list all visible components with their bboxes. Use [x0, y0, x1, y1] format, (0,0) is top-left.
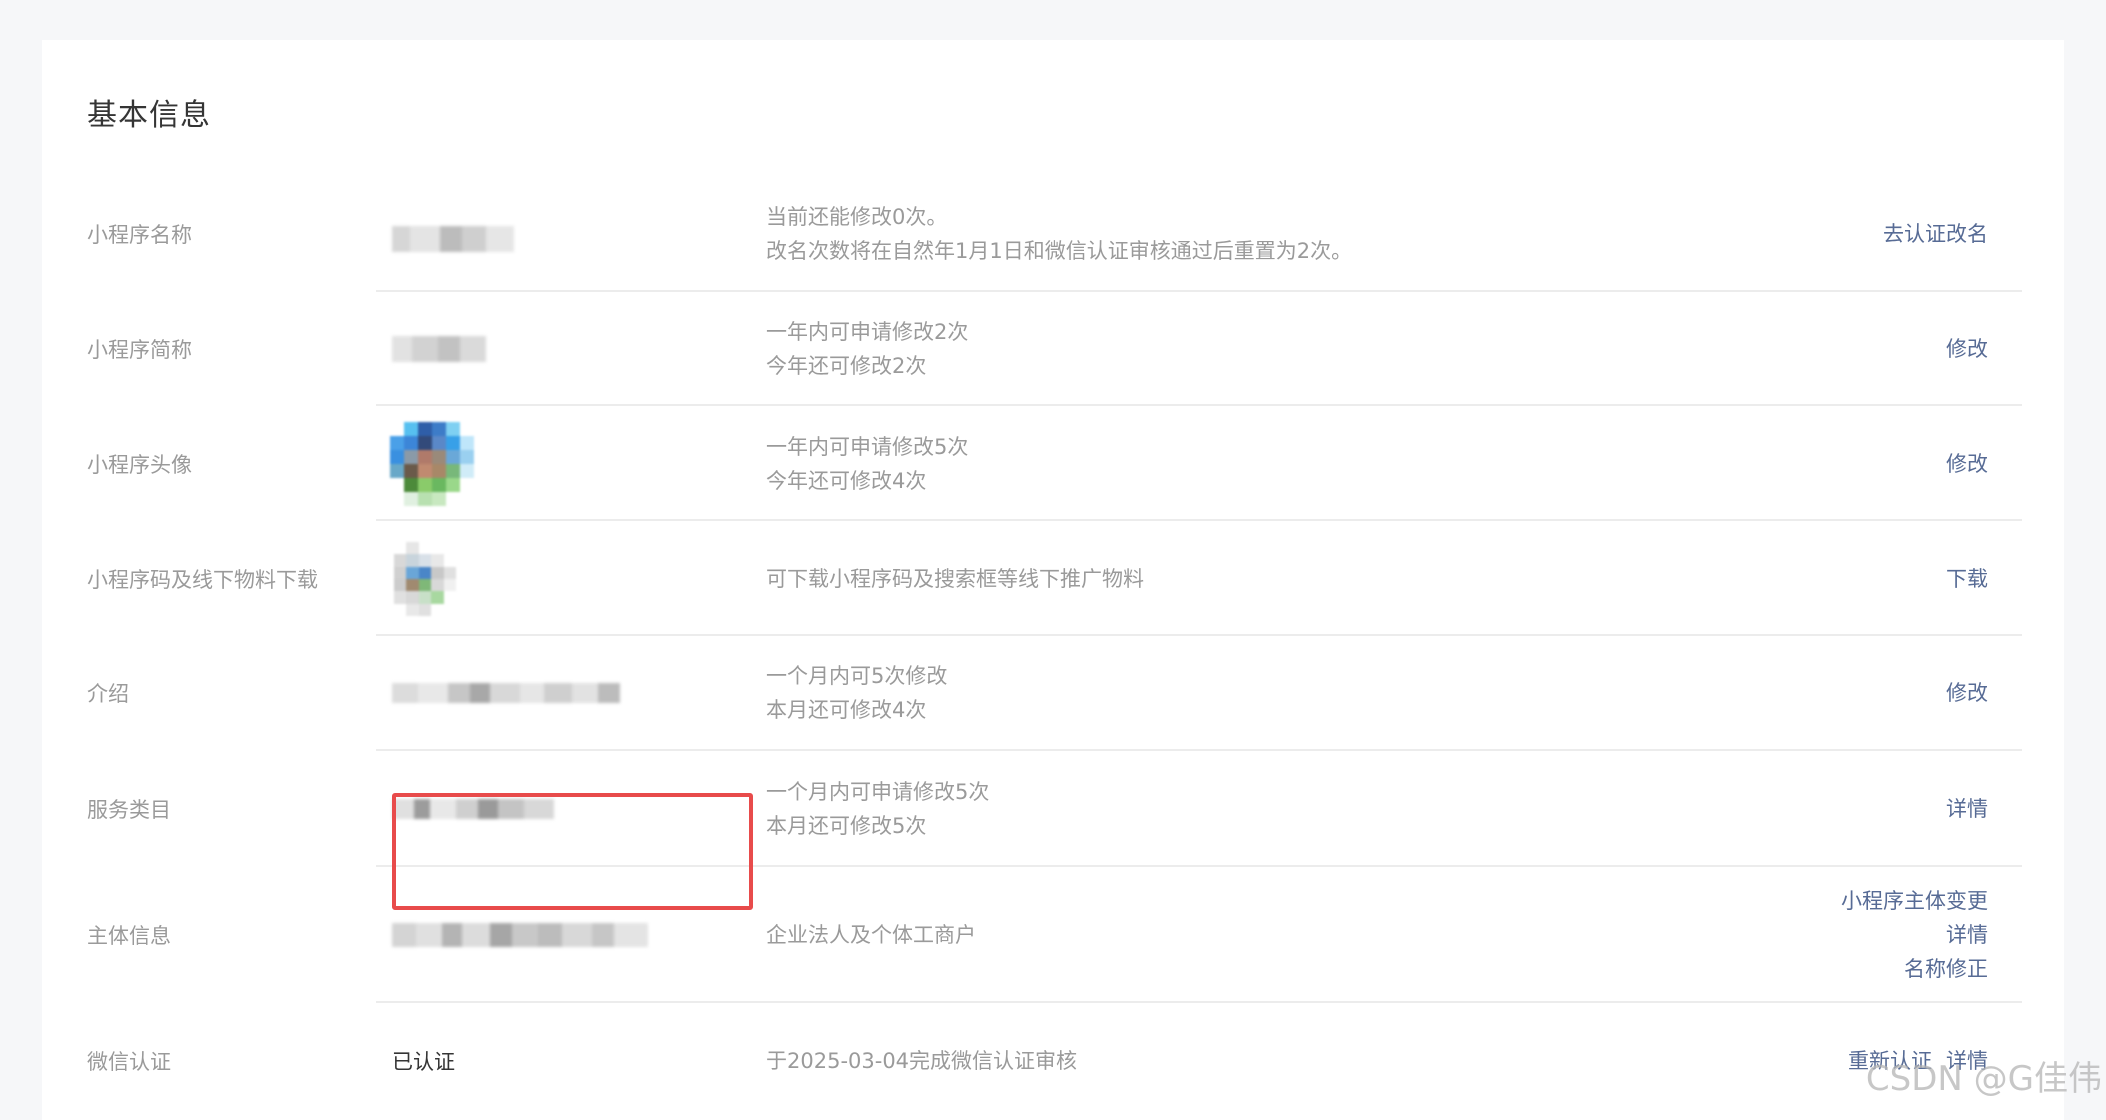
avatar-image-redacted	[390, 422, 474, 506]
row-description: 当前还能修改0次。 改名次数将在自然年1月1日和微信认证审核通过后重置为2次。	[766, 200, 1352, 268]
row-label: 小程序码及线下物料下载	[87, 564, 318, 594]
qr-code-thumbnail-redacted	[394, 542, 456, 616]
entity-change-link[interactable]: 小程序主体变更	[1841, 884, 1988, 918]
row-mini-program-short-name: 小程序简称 一年内可申请修改2次 今年还可修改2次 修改	[42, 292, 2064, 406]
row-actions: 修改	[1946, 332, 1988, 366]
edit-introduction-link[interactable]: 修改	[1946, 676, 1988, 710]
row-description: 一个月内可申请修改5次 本月还可修改5次	[766, 775, 989, 843]
row-label: 微信认证	[87, 1046, 171, 1076]
row-service-category: 服务类目 一个月内可申请修改5次 本月还可修改5次 详情	[42, 751, 2064, 867]
entity-info-value-redacted	[392, 923, 648, 947]
download-link[interactable]: 下载	[1946, 562, 1988, 596]
row-label: 介绍	[87, 678, 129, 708]
row-description: 于2025-03-04完成微信认证审核	[766, 1044, 1077, 1078]
introduction-value-redacted	[392, 683, 620, 703]
row-description: 可下载小程序码及搜索框等线下推广物料	[766, 562, 1144, 596]
entity-details-link[interactable]: 详情	[1841, 918, 1988, 952]
row-description: 企业法人及个体工商户	[766, 918, 976, 952]
name-value-redacted	[392, 226, 514, 252]
edit-short-name-link[interactable]: 修改	[1946, 332, 1988, 366]
row-description: 一年内可申请修改5次 今年还可修改4次	[766, 430, 968, 498]
service-category-details-link[interactable]: 详情	[1946, 792, 1988, 826]
row-introduction: 介绍 一个月内可5次修改 本月还可修改4次 修改	[42, 636, 2064, 751]
basic-info-card: 基本信息 小程序名称 当前还能修改0次。 改名次数将在自然年1月1日和微信认证审…	[42, 40, 2064, 1120]
row-qr-code-download: 小程序码及线下物料下载 可下载小程序码及搜索框等线下推广物料 下载	[42, 521, 2064, 636]
row-actions: 小程序主体变更 详情 名称修正	[1841, 884, 1988, 986]
row-actions: 详情	[1946, 792, 1988, 826]
row-label: 小程序名称	[87, 219, 192, 249]
row-actions: 下载	[1946, 562, 1988, 596]
row-mini-program-name: 小程序名称 当前还能修改0次。 改名次数将在自然年1月1日和微信认证审核通过后重…	[42, 40, 2064, 292]
row-actions: 修改	[1946, 676, 1988, 710]
row-actions: 去认证改名	[1883, 217, 1988, 251]
row-description: 一年内可申请修改2次 今年还可修改2次	[766, 315, 968, 383]
highlight-box	[392, 793, 753, 910]
verify-rename-link[interactable]: 去认证改名	[1883, 217, 1988, 251]
row-actions: 修改	[1946, 447, 1988, 481]
row-label: 服务类目	[87, 794, 171, 824]
watermark: CSDN @G佳伟	[1866, 1051, 2102, 1100]
row-label: 主体信息	[87, 920, 171, 950]
row-description: 一个月内可5次修改 本月还可修改4次	[766, 659, 947, 727]
row-wechat-verification: 微信认证 已认证 于2025-03-04完成微信认证审核 重新认证详情	[42, 1003, 2064, 1120]
row-label: 小程序头像	[87, 449, 192, 479]
name-correction-link[interactable]: 名称修正	[1841, 952, 1988, 986]
row-label: 小程序简称	[87, 334, 192, 364]
row-entity-info: 主体信息 企业法人及个体工商户 小程序主体变更 详情 名称修正	[42, 867, 2064, 1003]
edit-avatar-link[interactable]: 修改	[1946, 447, 1988, 481]
verification-status: 已认证	[392, 1046, 455, 1076]
row-mini-program-avatar: 小程序头像 一年内可申请修改5次 今年还可修改4次 修改	[42, 406, 2064, 521]
short-name-value-redacted	[392, 336, 486, 362]
